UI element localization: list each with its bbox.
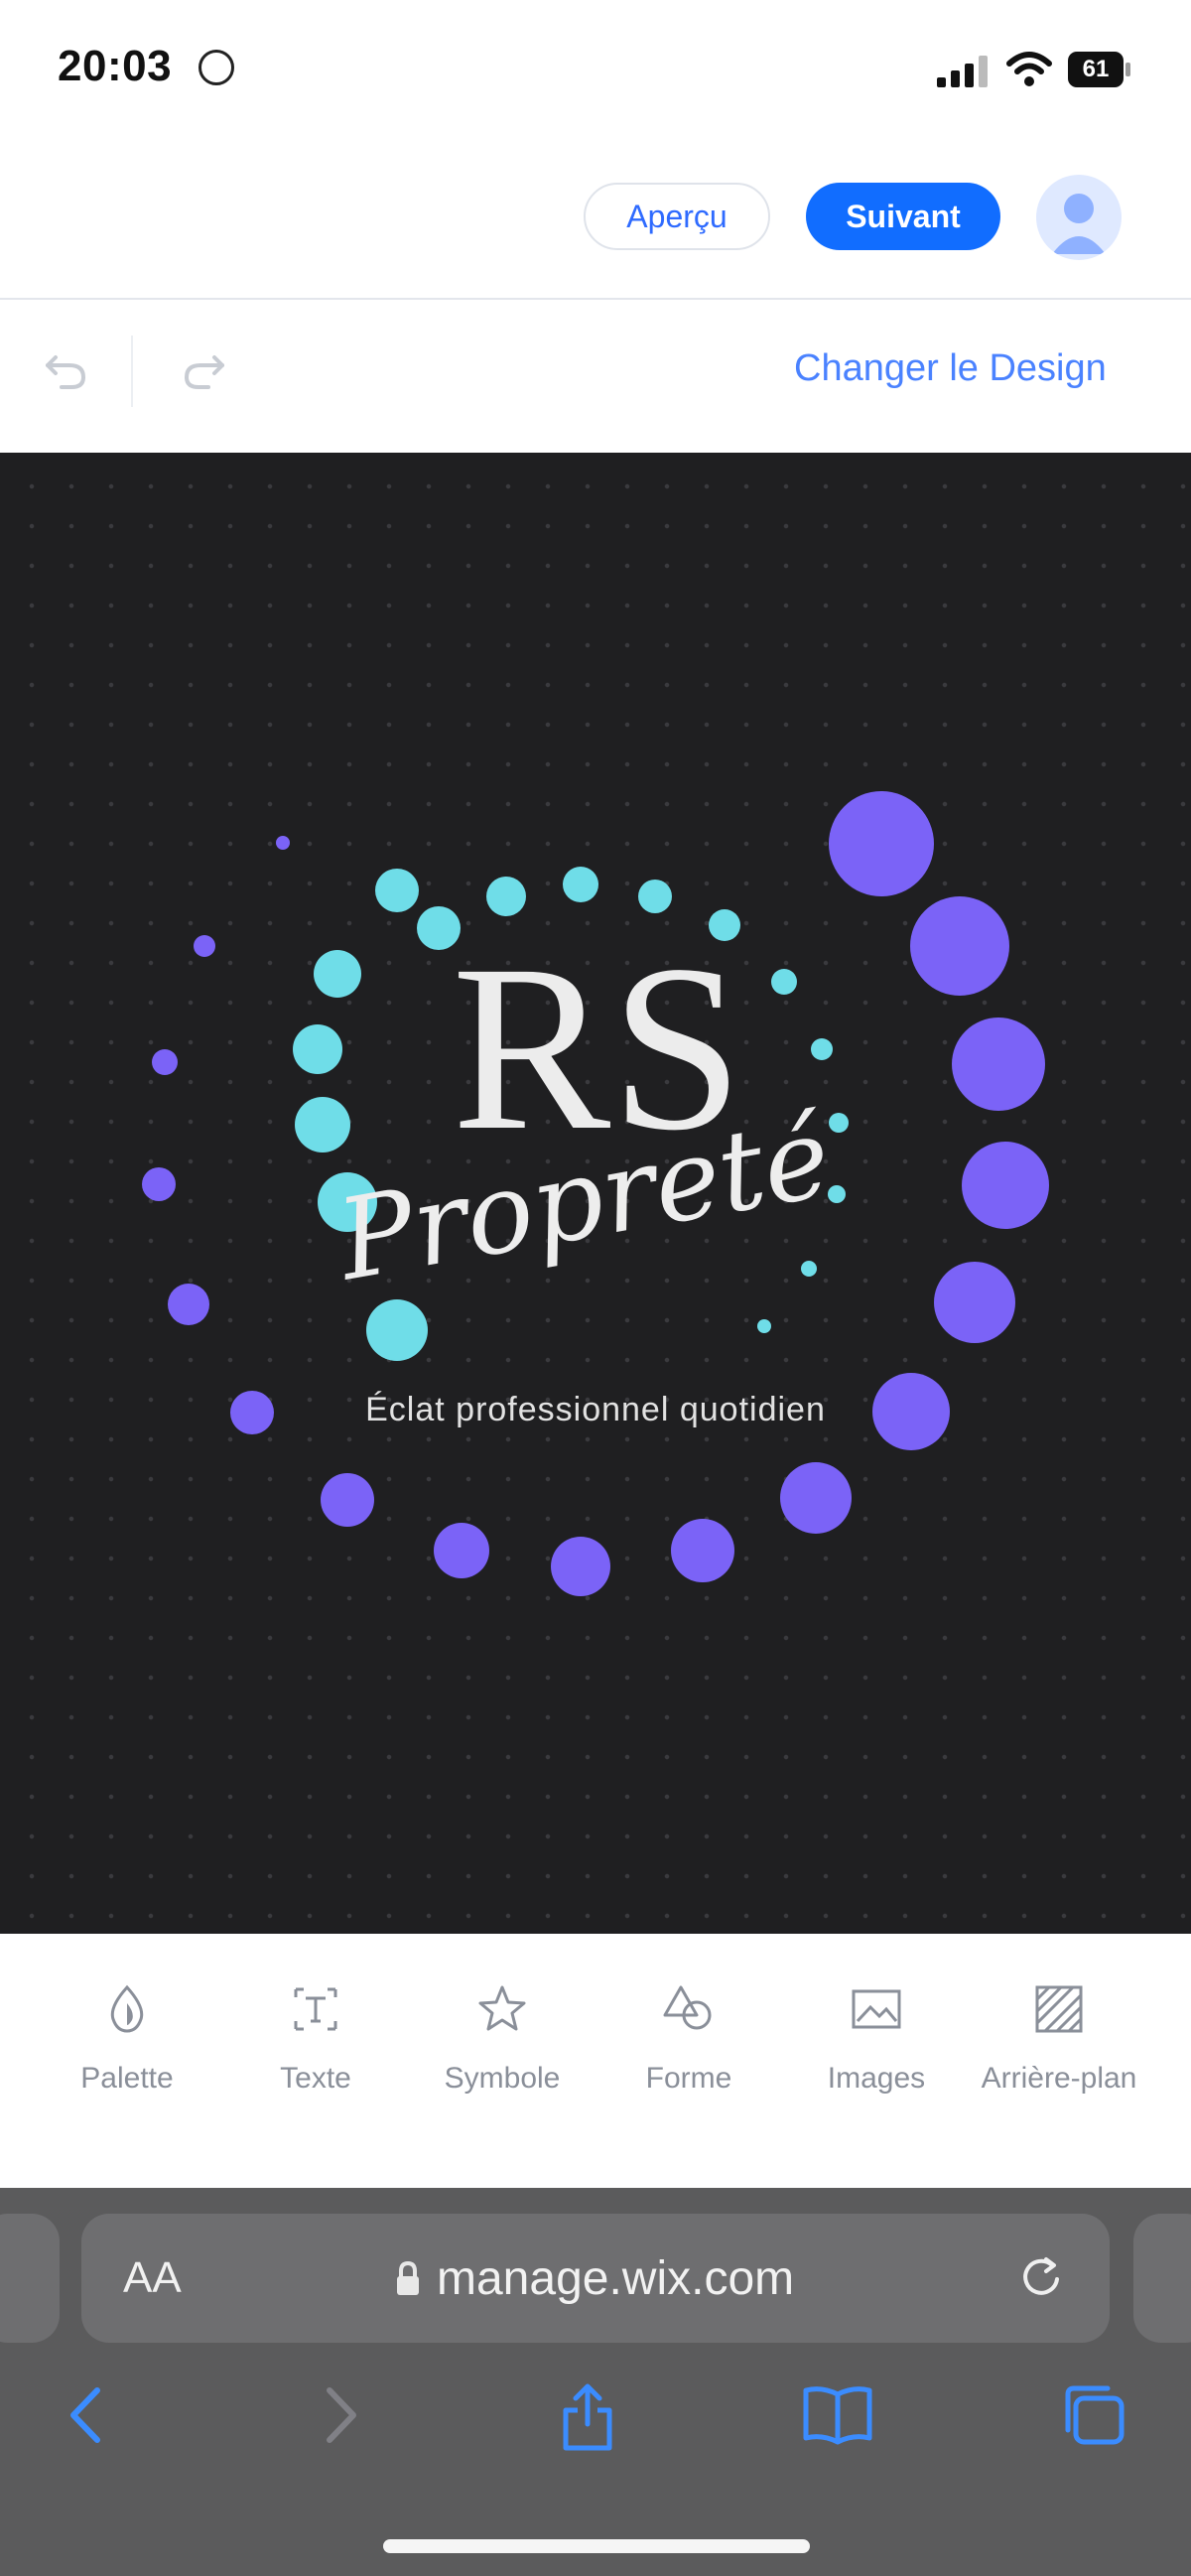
- logo-dot: [551, 1537, 610, 1596]
- logo-dot: [230, 1391, 274, 1434]
- wifi-icon: [1006, 52, 1052, 86]
- battery-level: 61: [1068, 52, 1124, 87]
- tool-label: Texte: [280, 2062, 351, 2095]
- logo-artwork[interactable]: RS Propreté Éclat professionnel quotidie…: [0, 453, 1191, 1934]
- signal-icon: [937, 56, 988, 87]
- logo-dot: [314, 950, 361, 998]
- change-design-link[interactable]: Changer le Design: [794, 347, 1107, 390]
- tool-text[interactable]: Texte: [231, 1981, 400, 2099]
- tool-label: Images: [827, 2062, 926, 2095]
- logo-dot: [757, 1319, 771, 1333]
- design-canvas[interactable]: RS Propreté Éclat professionnel quotidie…: [0, 453, 1191, 1934]
- forward-icon[interactable]: [316, 2382, 365, 2448]
- logo-dot: [952, 1017, 1045, 1111]
- logo-dot: [934, 1262, 1015, 1343]
- focus-icon: [198, 50, 234, 85]
- tool-label: Arrière-plan: [981, 2062, 1137, 2095]
- logo-dot: [811, 1038, 833, 1060]
- logo-dot: [872, 1373, 950, 1450]
- logo-dot: [142, 1167, 176, 1201]
- home-indicator[interactable]: [383, 2539, 810, 2553]
- logo-tagline: Éclat professionnel quotidien: [365, 1391, 826, 1428]
- next-tab[interactable]: [1133, 2214, 1191, 2343]
- logo-dot: [295, 1097, 350, 1152]
- previous-tab[interactable]: [0, 2214, 60, 2343]
- tabs-icon[interactable]: [1060, 2382, 1129, 2448]
- shapes-icon: [663, 1985, 712, 2030]
- logo-dot: [829, 1113, 849, 1133]
- logo-dot: [962, 1142, 1049, 1229]
- share-icon[interactable]: [558, 2382, 617, 2452]
- logo-dot: [152, 1049, 178, 1075]
- text-icon: [294, 1987, 337, 2031]
- star-icon: [478, 1985, 526, 2031]
- toolbar-divider: [131, 336, 133, 407]
- tool-label: Symbole: [444, 2062, 561, 2095]
- url-text[interactable]: manage.wix.com: [437, 2251, 794, 2306]
- tool-images[interactable]: Images: [792, 1981, 961, 2099]
- logo-dot: [434, 1523, 489, 1578]
- logo-dot: [801, 1261, 817, 1277]
- logo-dot: [168, 1284, 209, 1325]
- tool-label: Forme: [645, 2062, 732, 2095]
- logo-dot: [276, 836, 290, 850]
- status-time: 20:03: [58, 42, 173, 90]
- reload-icon[interactable]: [1016, 2251, 1066, 2301]
- logo-dot: [293, 1024, 342, 1074]
- user-icon: [1052, 194, 1106, 254]
- logo-dot: [829, 791, 934, 896]
- logo-dot: [375, 869, 419, 912]
- battery-icon: 61: [1068, 52, 1131, 87]
- undo-icon[interactable]: [42, 343, 91, 393]
- tool-palette[interactable]: Palette: [43, 1981, 211, 2099]
- logo-dot: [638, 880, 672, 913]
- logo-dot: [366, 1299, 428, 1361]
- tool-symbol[interactable]: Symbole: [418, 1981, 587, 2099]
- logo-dot: [486, 877, 526, 916]
- logo-dot: [194, 935, 215, 957]
- tool-label: Palette: [80, 2062, 174, 2095]
- image-icon: [852, 1989, 901, 2029]
- logo-dot: [771, 969, 797, 995]
- logo-dot: [563, 867, 598, 902]
- palette-icon: [110, 1984, 144, 2033]
- reader-settings-button[interactable]: AA: [123, 2253, 182, 2303]
- logo-dot: [671, 1519, 734, 1582]
- redo-icon[interactable]: [179, 343, 228, 393]
- bookmarks-icon[interactable]: [800, 2382, 875, 2448]
- tool-shape[interactable]: Forme: [604, 1981, 773, 2099]
- logo-dot: [321, 1473, 374, 1527]
- tool-background[interactable]: Arrière-plan: [980, 1981, 1138, 2099]
- preview-button[interactable]: Aperçu: [584, 183, 770, 250]
- back-icon[interactable]: [62, 2382, 111, 2448]
- background-icon: [1035, 1985, 1083, 2033]
- next-button[interactable]: Suivant: [806, 183, 1000, 250]
- avatar[interactable]: [1036, 175, 1122, 260]
- logo-dot: [910, 896, 1009, 996]
- lock-icon: [397, 2260, 419, 2295]
- logo-dot: [780, 1462, 852, 1534]
